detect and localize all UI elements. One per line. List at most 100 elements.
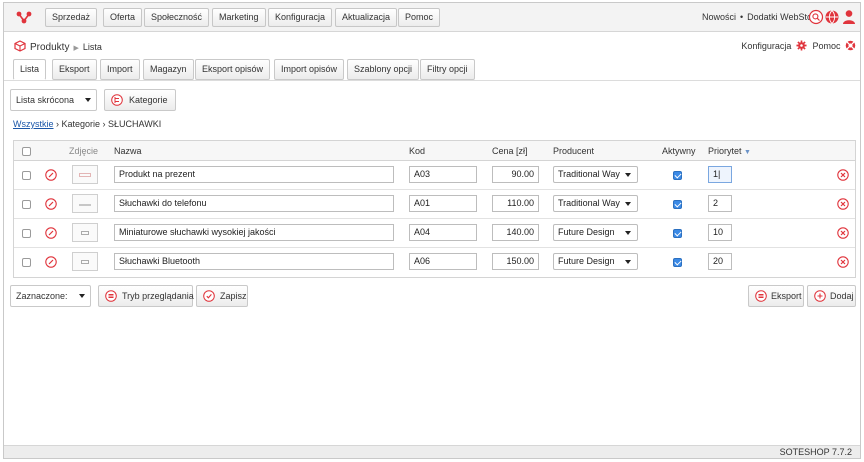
export-button[interactable]: Eksport: [748, 285, 804, 307]
priority-input[interactable]: 20: [708, 253, 732, 270]
link-separator: •: [739, 12, 744, 22]
save-button[interactable]: Zapisz: [196, 285, 248, 307]
product-thumbnail[interactable]: [72, 165, 98, 184]
tab-filtry-opcji[interactable]: Filtry opcji: [420, 59, 475, 80]
price-input[interactable]: 150.00: [492, 253, 539, 270]
chevron-down-icon: [625, 231, 631, 235]
price-input[interactable]: 90.00: [492, 166, 539, 183]
user-icon[interactable]: [843, 10, 855, 24]
nav-marketing-button[interactable]: Marketing: [212, 8, 266, 27]
code-input[interactable]: A06: [409, 253, 477, 270]
export-icon: [755, 290, 767, 302]
app-window: Sprzedaż Oferta Społeczność Marketing Ko…: [3, 2, 861, 459]
column-kod[interactable]: Kod: [409, 146, 425, 156]
price-input[interactable]: 110.00: [492, 195, 539, 212]
breadcrumb-module[interactable]: Produkty: [30, 42, 69, 53]
chevron-down-icon: [625, 260, 631, 264]
priority-input[interactable]: 1|: [708, 166, 732, 183]
save-check-icon: [203, 290, 215, 302]
search-icon[interactable]: [809, 9, 824, 25]
delete-icon[interactable]: [837, 227, 849, 239]
column-aktywny[interactable]: Aktywny: [662, 146, 696, 156]
edit-icon[interactable]: [45, 169, 57, 181]
active-checkbox[interactable]: [673, 200, 682, 209]
tab-szablony-opcji[interactable]: Szablony opcji: [347, 59, 420, 80]
code-input[interactable]: A04: [409, 224, 477, 241]
table-row: Słuchawki Bluetooth A06 150.00 Future De…: [14, 248, 855, 277]
nav-oferta-button[interactable]: Oferta: [103, 8, 143, 27]
edit-icon[interactable]: [45, 198, 57, 210]
column-nazwa[interactable]: Nazwa: [114, 146, 142, 156]
top-navigation: Sprzedaż Oferta Społeczność Marketing Ko…: [4, 3, 860, 32]
nav-konfiguracja-button[interactable]: Konfiguracja: [268, 8, 333, 27]
chevron-down-icon: [625, 202, 631, 206]
column-producent[interactable]: Producent: [553, 146, 594, 156]
producer-select-value: Future Design: [558, 227, 615, 237]
breadcrumb: Produkty ▶ Lista: [14, 40, 102, 53]
column-priorytet-label: Priorytet: [708, 146, 742, 156]
delete-icon[interactable]: [837, 198, 849, 210]
list-view-icon: [105, 290, 117, 302]
name-input[interactable]: Miniaturowe słuchawki wysokiej jakości: [114, 224, 394, 241]
table-header: Zdjęcie Nazwa Kod Cena [zł] Producent Ak…: [14, 141, 855, 161]
lifebuoy-icon[interactable]: [845, 40, 856, 51]
active-checkbox[interactable]: [673, 258, 682, 267]
row-checkbox[interactable]: [22, 229, 31, 238]
image-placeholder-icon[interactable]: [72, 252, 98, 271]
producer-select[interactable]: Future Design: [553, 253, 638, 270]
name-input[interactable]: Produkt na prezent: [114, 166, 394, 183]
pomoc-link[interactable]: Pomoc: [812, 41, 840, 51]
top-icons: [809, 9, 855, 25]
active-checkbox[interactable]: [673, 171, 682, 180]
add-button[interactable]: Dodaj: [807, 285, 856, 307]
soteshop-logo-icon[interactable]: [16, 9, 32, 25]
nav-spolecznosc-button[interactable]: Społeczność: [144, 8, 210, 27]
table-row: Miniaturowe słuchawki wysokiej jakości A…: [14, 219, 855, 248]
priority-input[interactable]: 2: [708, 195, 732, 212]
tab-import-opisow[interactable]: Import opisów: [274, 59, 345, 80]
price-input[interactable]: 140.00: [492, 224, 539, 241]
row-checkbox[interactable]: [22, 200, 31, 209]
producer-select[interactable]: Traditional Way: [553, 195, 638, 212]
tab-lista[interactable]: Lista: [13, 59, 47, 80]
gear-icon[interactable]: [796, 40, 807, 51]
tab-import[interactable]: Import: [100, 59, 140, 80]
nav-sprzedaz-button[interactable]: Sprzedaż: [45, 8, 98, 27]
code-input[interactable]: A03: [409, 166, 477, 183]
nowosci-link[interactable]: Nowości: [702, 12, 736, 22]
name-input[interactable]: Słuchawki Bluetooth: [114, 253, 394, 270]
sort-desc-icon[interactable]: ▼: [744, 149, 751, 156]
nav-pomoc-button[interactable]: Pomoc: [398, 8, 441, 27]
all-categories-link[interactable]: Wszystkie: [13, 119, 54, 129]
image-placeholder-icon[interactable]: [72, 223, 98, 242]
tab-eksport-opisow[interactable]: Eksport opisów: [195, 59, 271, 80]
edit-icon[interactable]: [45, 227, 57, 239]
delete-icon[interactable]: [837, 256, 849, 268]
row-checkbox[interactable]: [22, 171, 31, 180]
nav-aktualizacja-button[interactable]: Aktualizacja: [335, 8, 398, 27]
producer-select[interactable]: Future Design: [553, 224, 638, 241]
edit-icon[interactable]: [45, 256, 57, 268]
producer-select[interactable]: Traditional Way: [553, 166, 638, 183]
categories-button[interactable]: Kategorie: [104, 89, 176, 111]
product-thumbnail[interactable]: [72, 194, 98, 213]
column-cena[interactable]: Cena [zł]: [492, 146, 528, 156]
name-input[interactable]: Słuchawki do telefonu: [114, 195, 394, 212]
konfiguracja-link[interactable]: Konfiguracja: [741, 41, 791, 51]
row-checkbox[interactable]: [22, 258, 31, 267]
bulk-select[interactable]: Zaznaczone:: [10, 285, 91, 307]
active-checkbox[interactable]: [673, 229, 682, 238]
column-priorytet[interactable]: Priorytet ▼: [708, 146, 751, 156]
globe-icon[interactable]: [825, 10, 839, 24]
view-select[interactable]: Lista skrócona: [10, 89, 97, 111]
producer-select-value: Future Design: [558, 256, 615, 266]
code-input[interactable]: A01: [409, 195, 477, 212]
chevron-down-icon: [625, 173, 631, 177]
select-all-checkbox[interactable]: [22, 147, 31, 156]
tab-magazyn[interactable]: Magazyn: [143, 59, 194, 80]
browse-mode-button[interactable]: Tryb przeglądania: [98, 285, 194, 307]
delete-icon[interactable]: [837, 169, 849, 181]
cube-icon: [14, 40, 26, 52]
tab-eksport[interactable]: Eksport: [52, 59, 97, 80]
priority-input[interactable]: 10: [708, 224, 732, 241]
